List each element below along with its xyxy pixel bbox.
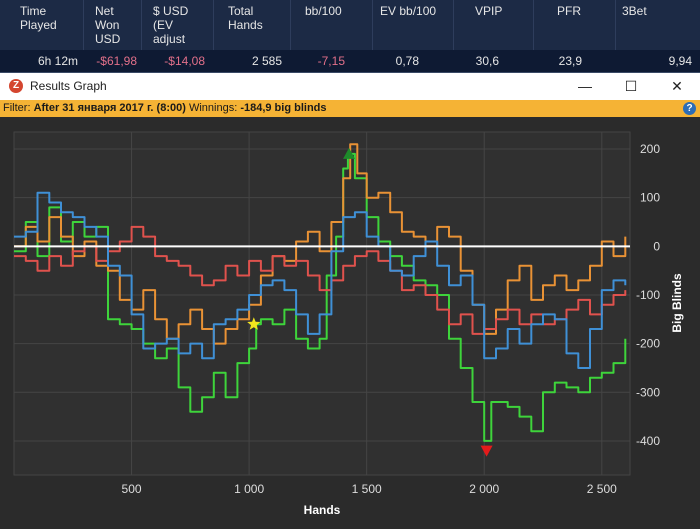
stats-row[interactable]: 6h 12m -$61,98 -$14,08 2 585 -7,15 0,78 30,6 23… bbox=[0, 50, 700, 73]
y-axis-label: Big Blinds bbox=[670, 273, 684, 333]
column-divider bbox=[290, 0, 291, 50]
column-header[interactable]: Total Hands bbox=[228, 0, 290, 50]
column-header[interactable]: Time Played bbox=[20, 0, 83, 50]
filter-value: After 31 января 2017 г. (8:00) bbox=[33, 102, 186, 114]
stat-value: 23,9 bbox=[558, 54, 582, 68]
y-tick-label: 200 bbox=[640, 142, 660, 156]
app-icon: Z bbox=[9, 79, 23, 93]
stat-value: 30,6 bbox=[475, 54, 499, 68]
stat-value: -7,15 bbox=[317, 54, 345, 68]
close-button[interactable]: ✕ bbox=[654, 73, 700, 100]
column-header[interactable]: PFR bbox=[557, 0, 615, 50]
winnings-value: -184,9 big blinds bbox=[240, 102, 327, 114]
y-tick-label: 0 bbox=[653, 239, 660, 253]
column-divider bbox=[83, 0, 84, 50]
stat-value: -$61,98 bbox=[96, 54, 137, 68]
column-divider bbox=[615, 0, 616, 50]
plot-area bbox=[13, 131, 631, 476]
x-tick-label: 1 500 bbox=[352, 482, 382, 496]
column-header[interactable]: VPIP bbox=[475, 0, 533, 50]
y-tick-label: -200 bbox=[636, 337, 660, 351]
y-tick-label: -400 bbox=[636, 434, 660, 448]
stat-value: -$14,08 bbox=[164, 54, 205, 68]
column-header[interactable]: Net Won USD bbox=[95, 0, 141, 50]
stat-value: 0,78 bbox=[395, 54, 419, 68]
column-divider bbox=[453, 0, 454, 50]
winnings-label: Winnings: bbox=[188, 102, 238, 114]
x-tick-label: 1 000 bbox=[234, 482, 264, 496]
results-graph: 500 1 000 1 500 2 000 2 500 200 100 0 -100 -200 -… bbox=[0, 117, 700, 529]
x-tick-label: 2 500 bbox=[587, 482, 617, 496]
y-tick-label: 100 bbox=[640, 191, 660, 205]
x-tick-label: 2 000 bbox=[469, 482, 499, 496]
column-divider bbox=[372, 0, 373, 50]
column-header[interactable]: $ USD (EV adjust bbox=[153, 0, 213, 50]
y-tick-label: -300 bbox=[636, 385, 660, 399]
filter-prefix: Filter: bbox=[3, 102, 31, 114]
column-divider bbox=[533, 0, 534, 50]
y-tick-label: -100 bbox=[636, 288, 660, 302]
window-title: Results Graph bbox=[30, 79, 107, 93]
minimize-button[interactable]: — bbox=[562, 73, 608, 100]
column-header[interactable]: 3Bet bbox=[622, 0, 700, 50]
column-divider bbox=[141, 0, 142, 50]
column-header[interactable]: bb/100 bbox=[305, 0, 372, 50]
help-icon[interactable]: ? bbox=[683, 102, 696, 115]
x-axis-label: Hands bbox=[304, 503, 341, 517]
stat-value: 9,94 bbox=[668, 54, 692, 68]
filter-bar: Filter: After 31 января 2017 г. (8:00) W… bbox=[0, 100, 700, 117]
stat-value: 2 585 bbox=[251, 54, 282, 68]
column-divider bbox=[213, 0, 214, 50]
column-header[interactable]: EV bb/100 bbox=[380, 0, 453, 50]
x-tick-label: 500 bbox=[122, 482, 142, 496]
maximize-button[interactable]: ☐ bbox=[608, 73, 654, 100]
